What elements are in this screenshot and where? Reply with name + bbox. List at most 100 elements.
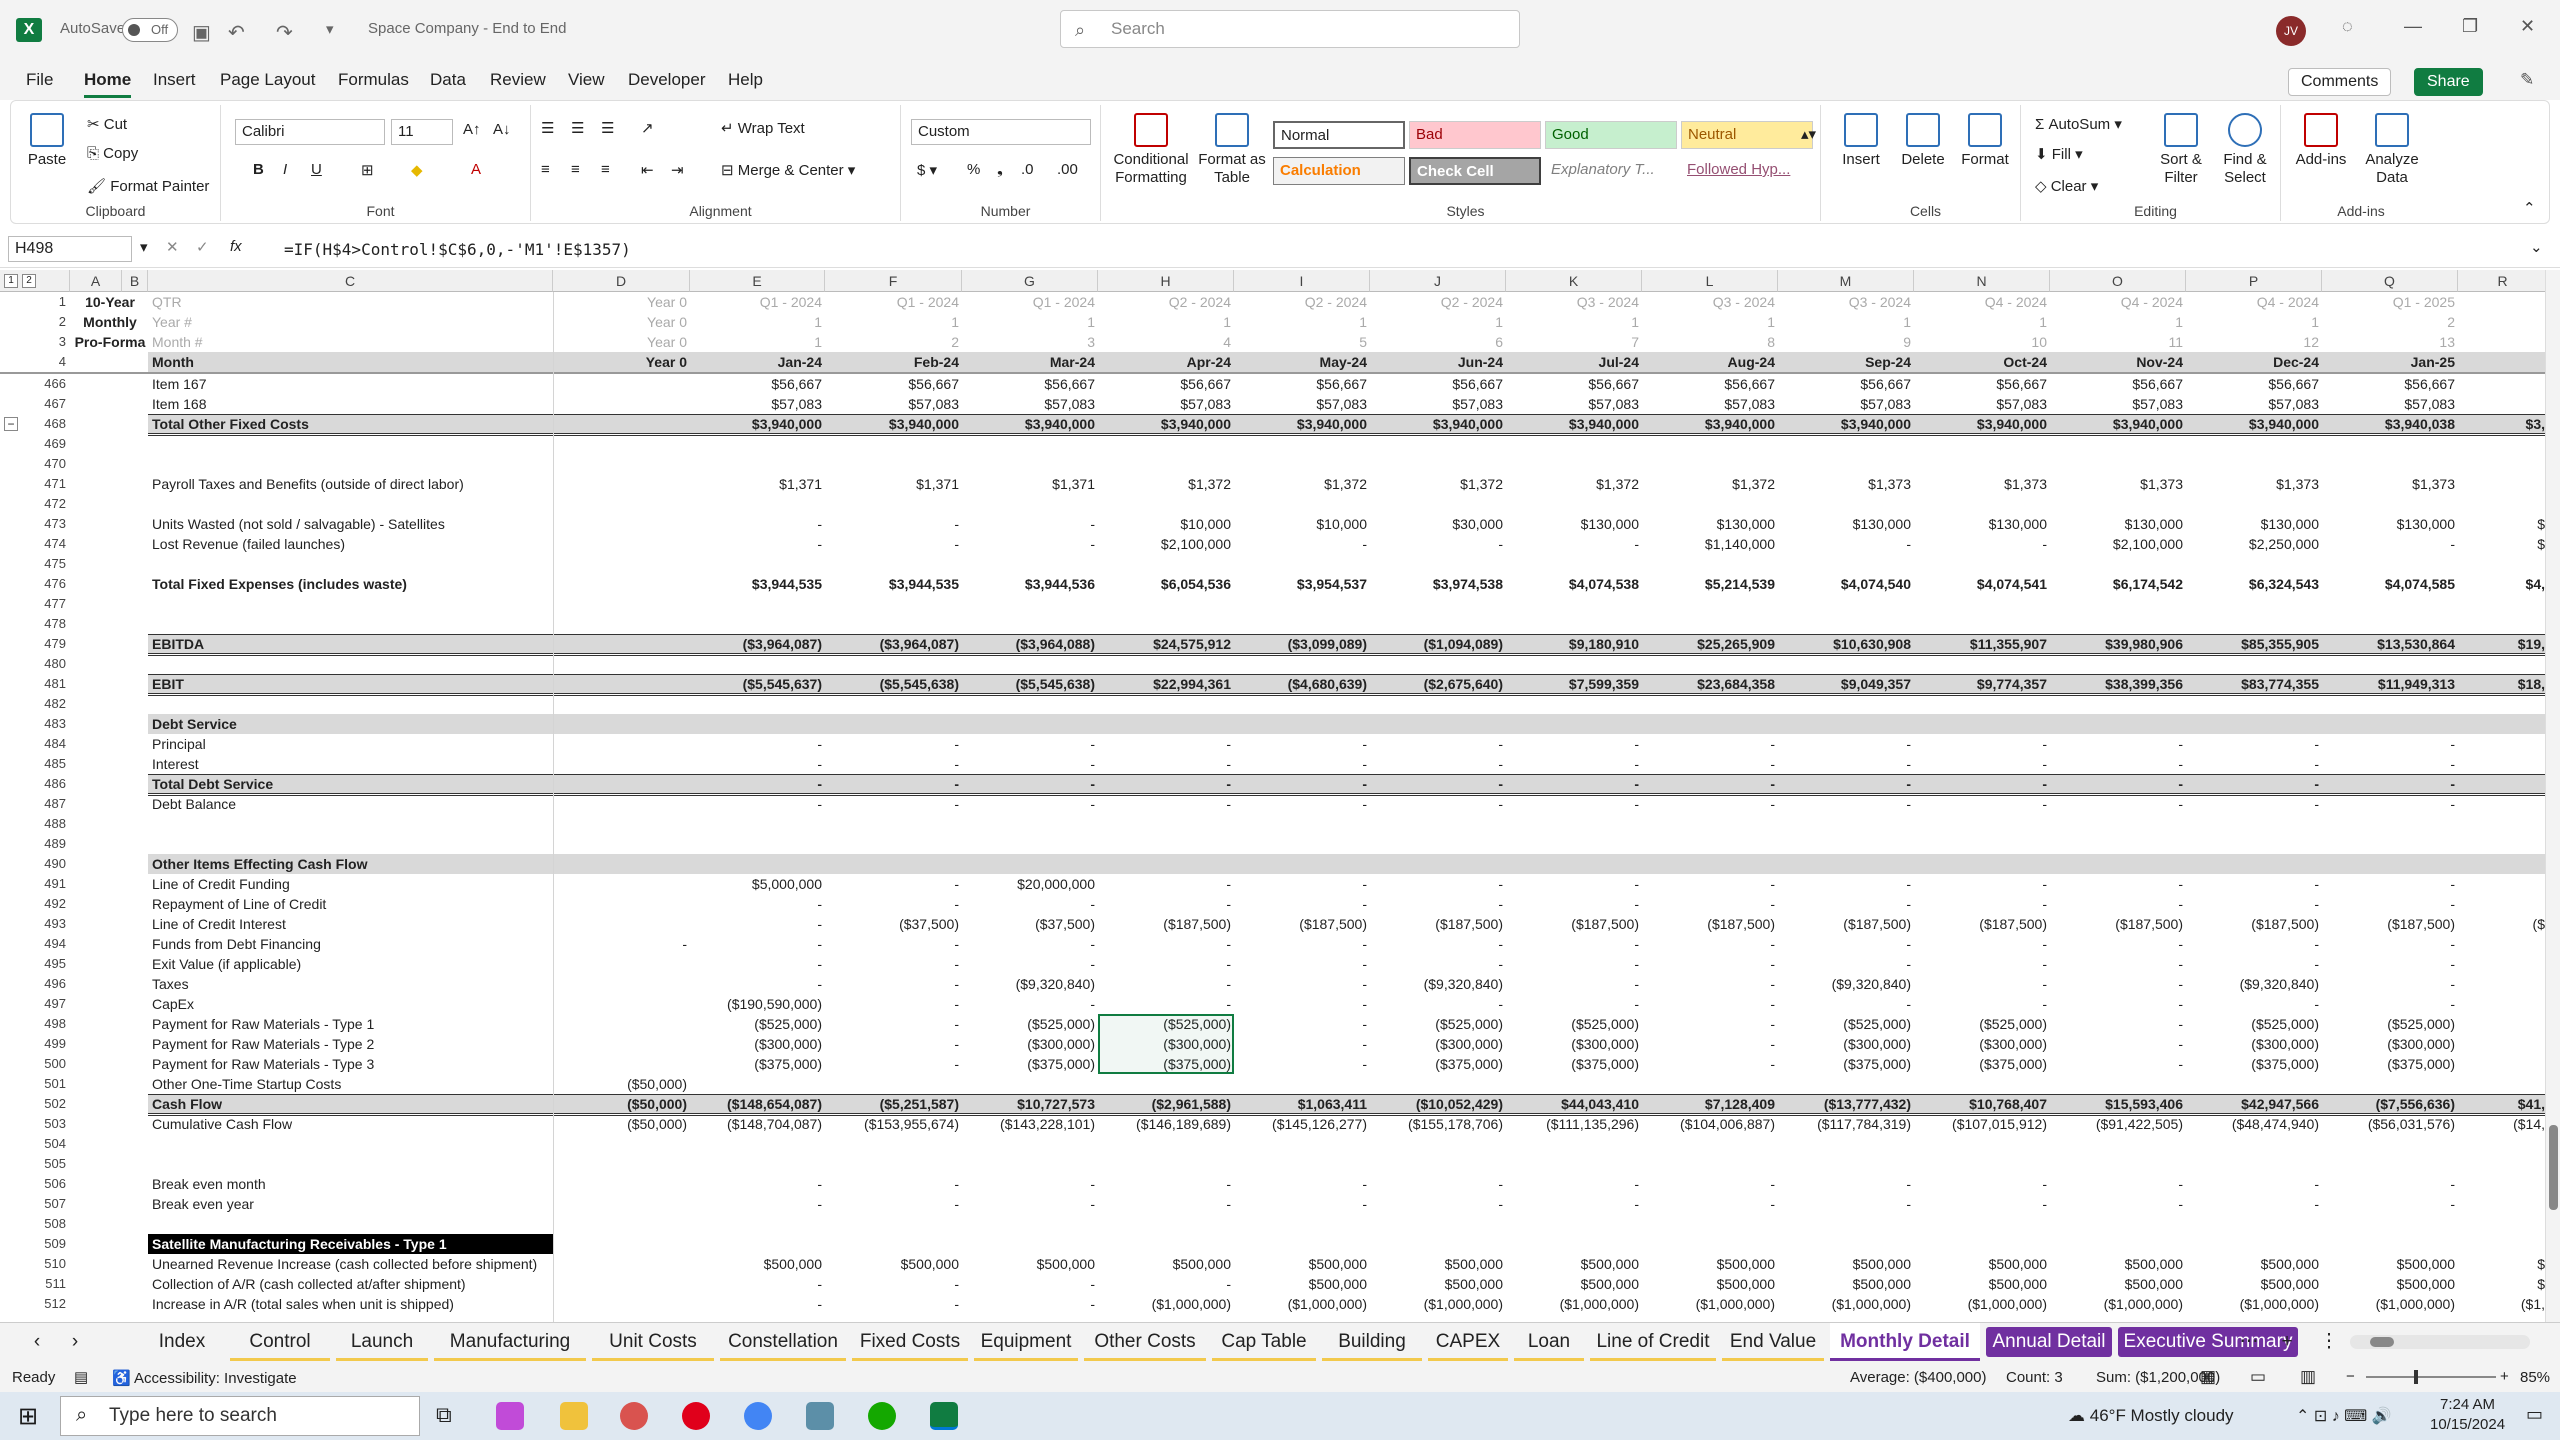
data-cell[interactable]: - — [825, 1274, 962, 1294]
data-cell[interactable]: ($187,500) — [1778, 914, 1914, 934]
cut-button[interactable]: ✂ Cut — [87, 115, 127, 133]
data-cell[interactable]: $57,083 — [1914, 394, 2050, 414]
sheet-tab[interactable]: Executive Summary — [2118, 1327, 2298, 1357]
data-cell[interactable]: - — [825, 954, 962, 974]
data-cell[interactable]: $130,000 — [1642, 514, 1778, 534]
row-header[interactable]: 3 — [44, 332, 68, 352]
data-cell[interactable]: ($1,000,000) — [1234, 1294, 1370, 1314]
data-cell[interactable]: $3, — [2458, 414, 2545, 434]
data-cell[interactable]: - — [962, 1194, 1098, 1214]
data-cell[interactable]: - — [690, 774, 825, 794]
data-cell[interactable]: $3,940,000 — [690, 414, 825, 434]
data-cell[interactable]: - — [1234, 894, 1370, 914]
column-header[interactable]: P — [2186, 270, 2322, 292]
row-header[interactable]: 490 — [44, 854, 68, 874]
data-cell[interactable]: - — [825, 994, 962, 1014]
data-cell[interactable] — [553, 794, 690, 814]
row-header[interactable]: 498 — [44, 1014, 68, 1034]
data-cell[interactable]: ($525,000) — [1506, 1014, 1642, 1034]
column-header[interactable]: I — [1234, 270, 1370, 292]
data-cell[interactable]: - — [825, 1014, 962, 1034]
data-cell[interactable]: $56,667 — [2186, 374, 2322, 394]
data-cell[interactable]: $500,000 — [1642, 1274, 1778, 1294]
opera-icon[interactable] — [682, 1402, 710, 1430]
column-header[interactable]: Q — [2322, 270, 2458, 292]
data-cell[interactable] — [553, 514, 690, 534]
data-cell[interactable]: ($1,094,089) — [1370, 634, 1506, 654]
data-cell[interactable]: $56,667 — [1098, 374, 1234, 394]
row-header[interactable]: 510 — [44, 1254, 68, 1274]
data-cell[interactable]: ($50,000) — [553, 1114, 690, 1134]
data-cell[interactable]: - — [690, 934, 825, 954]
data-cell[interactable]: ($13,777,432) — [1778, 1094, 1914, 1114]
orientation-icon[interactable]: ↗ — [641, 119, 654, 137]
sheet-tab[interactable]: Fixed Costs — [852, 1323, 968, 1361]
data-cell[interactable]: - — [2050, 1194, 2186, 1214]
row-header[interactable]: 1 — [44, 292, 68, 312]
data-cell[interactable]: $11,355,907 — [1914, 634, 2050, 654]
data-cell[interactable]: - — [962, 994, 1098, 1014]
data-cell[interactable]: - — [825, 974, 962, 994]
data-cell[interactable]: - — [1642, 754, 1778, 774]
data-cell[interactable] — [2322, 1074, 2458, 1094]
data-cell[interactable]: - — [1778, 954, 1914, 974]
data-cell[interactable]: $2,100,000 — [2050, 534, 2186, 554]
data-cell[interactable]: $3,944,535 — [825, 574, 962, 594]
data-cell[interactable]: $57,083 — [1234, 394, 1370, 414]
data-cell[interactable] — [553, 1014, 690, 1034]
data-cell[interactable]: - — [1506, 774, 1642, 794]
data-cell[interactable]: ($2,961,588) — [1098, 1094, 1234, 1114]
data-cell[interactable]: - — [1370, 734, 1506, 754]
data-cell[interactable]: - — [1642, 1174, 1778, 1194]
data-cell[interactable] — [553, 534, 690, 554]
row-header[interactable]: 507 — [44, 1194, 68, 1214]
data-cell[interactable]: $57,083 — [2050, 394, 2186, 414]
style-explanatory[interactable]: Explanatory T... — [1545, 157, 1677, 185]
data-cell[interactable]: $15,593,406 — [2050, 1094, 2186, 1114]
row-header[interactable]: 467 — [44, 394, 68, 414]
clear-button[interactable]: ◇ Clear ▾ — [2035, 177, 2098, 195]
data-cell[interactable]: ($14, — [2458, 1114, 2545, 1134]
column-header[interactable]: R — [2458, 270, 2545, 292]
font-name-select[interactable]: Calibri — [235, 119, 385, 145]
data-cell[interactable]: $3,940,000 — [2186, 414, 2322, 434]
data-cell[interactable]: $1,373 — [1914, 474, 2050, 494]
data-cell[interactable]: ($3,964,088) — [962, 634, 1098, 654]
data-cell[interactable]: $500,000 — [1098, 1254, 1234, 1274]
data-cell[interactable]: ($91,422,505) — [2050, 1114, 2186, 1134]
column-header[interactable]: B — [122, 270, 148, 292]
row-header[interactable]: 487 — [44, 794, 68, 814]
data-cell[interactable] — [553, 874, 690, 894]
data-cell[interactable]: - — [2322, 1174, 2458, 1194]
data-cell[interactable]: $500,000 — [825, 1254, 962, 1274]
data-cell[interactable]: - — [1370, 534, 1506, 554]
tab-page-layout[interactable]: Page Layout — [220, 70, 315, 90]
row-header[interactable]: 484 — [44, 734, 68, 754]
data-cell[interactable] — [553, 574, 690, 594]
data-cell[interactable] — [553, 1194, 690, 1214]
data-cell[interactable]: - — [1234, 754, 1370, 774]
column-header[interactable]: M — [1778, 270, 1914, 292]
data-cell[interactable]: $4,074,541 — [1914, 574, 2050, 594]
data-cell[interactable]: ($300,000) — [1370, 1034, 1506, 1054]
data-cell[interactable]: $6,174,542 — [2050, 574, 2186, 594]
data-cell[interactable]: - — [962, 1294, 1098, 1314]
data-cell[interactable]: - — [1234, 1174, 1370, 1194]
data-cell[interactable]: - — [1642, 794, 1778, 814]
data-cell[interactable]: - — [2050, 874, 2186, 894]
collapse-group-button[interactable]: − — [4, 417, 18, 431]
data-cell[interactable] — [1370, 1074, 1506, 1094]
data-cell[interactable]: - — [690, 734, 825, 754]
data-cell[interactable]: ($1,000,000) — [2186, 1294, 2322, 1314]
data-cell[interactable]: - — [690, 754, 825, 774]
data-cell[interactable]: $56,667 — [2050, 374, 2186, 394]
row-header[interactable]: 470 — [44, 454, 68, 474]
data-cell[interactable]: ($5,545,637) — [690, 674, 825, 694]
data-cell[interactable]: ($9,320,840) — [962, 974, 1098, 994]
data-cell[interactable]: $3,940,000 — [1370, 414, 1506, 434]
data-cell[interactable]: - — [825, 514, 962, 534]
data-cell[interactable] — [553, 754, 690, 774]
copy-button[interactable]: ⎘ Copy — [87, 145, 138, 162]
data-cell[interactable]: - — [1098, 934, 1234, 954]
data-cell[interactable]: $1,373 — [1778, 474, 1914, 494]
